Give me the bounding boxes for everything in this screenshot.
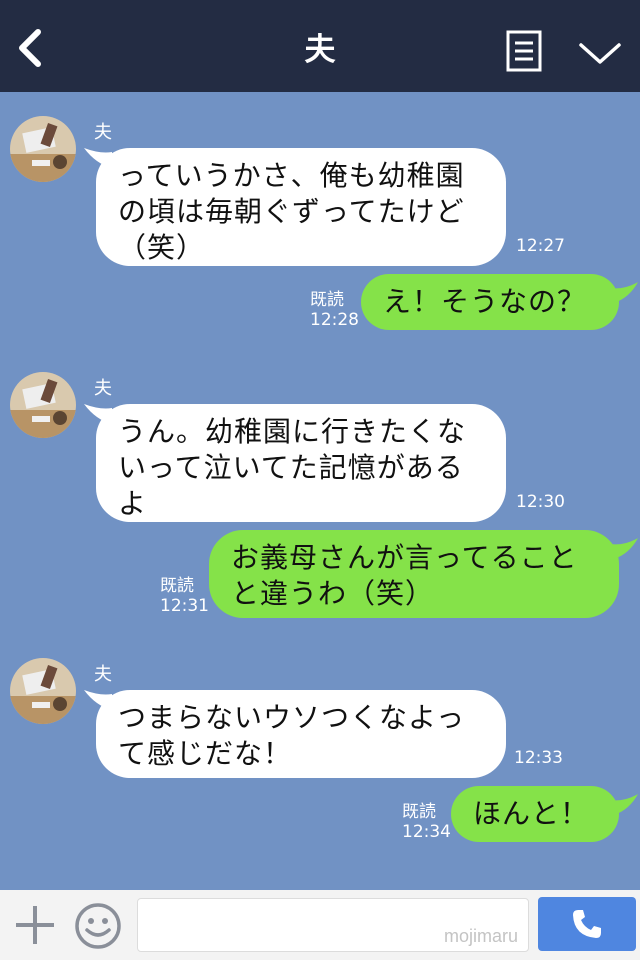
message-time: 12:30 [516, 492, 565, 512]
read-label: 既読 [402, 802, 436, 822]
input-bar: mojimaru [0, 890, 640, 960]
sender-name: 夫 [94, 122, 112, 143]
read-label: 既読 [160, 576, 194, 596]
message-bubble-incoming[interactable]: つまらないウソつくなよっ て感じだな！ [96, 690, 506, 778]
message-time: 12:31 [160, 596, 209, 616]
avatar[interactable] [10, 372, 76, 438]
plus-icon[interactable] [14, 904, 56, 946]
sender-name: 夫 [94, 664, 112, 685]
message-bubble-incoming[interactable]: うん。幼稚園に行きたくな いって泣いてた記憶がある よ [96, 404, 506, 522]
emoji-icon[interactable] [74, 902, 122, 950]
bubble-tail [610, 282, 638, 304]
call-button[interactable] [538, 897, 636, 951]
read-receipt: 既読 12:31 [160, 576, 209, 616]
message-input[interactable]: mojimaru [137, 898, 529, 952]
chevron-down-icon[interactable] [578, 40, 622, 68]
sender-name: 夫 [94, 378, 112, 399]
message-time: 12:34 [402, 822, 451, 842]
message-time: 12:27 [516, 236, 565, 256]
avatar[interactable] [10, 658, 76, 724]
message-bubble-outgoing[interactable]: え！そうなの？ [361, 274, 619, 330]
menu-icon[interactable] [506, 30, 542, 72]
message-time: 12:28 [310, 310, 359, 330]
avatar-image [10, 116, 76, 182]
phone-icon [573, 910, 601, 938]
message-bubble-incoming[interactable]: っていうかさ、俺も幼稚園 の頃は毎朝ぐずってたけど （笑） [96, 148, 506, 266]
chat-area[interactable]: 夫 っていうかさ、俺も幼稚園 の頃は毎朝ぐずってたけど （笑） 12:27 既読… [0, 92, 640, 890]
chat-header: 夫 [0, 0, 640, 92]
avatar-image [10, 658, 76, 724]
bubble-tail [610, 794, 638, 816]
avatar[interactable] [10, 116, 76, 182]
read-label: 既読 [310, 290, 344, 310]
read-receipt: 既読 12:34 [402, 802, 451, 842]
watermark: mojimaru [443, 926, 518, 946]
bubble-tail [610, 538, 638, 560]
message-time: 12:33 [514, 748, 563, 768]
message-bubble-outgoing[interactable]: お義母さんが言ってること と違うわ（笑） [209, 530, 619, 618]
avatar-image [10, 372, 76, 438]
read-receipt: 既読 12:28 [310, 290, 359, 330]
chat-title: 夫 [304, 32, 336, 68]
message-bubble-outgoing[interactable]: ほんと！ [451, 786, 619, 842]
